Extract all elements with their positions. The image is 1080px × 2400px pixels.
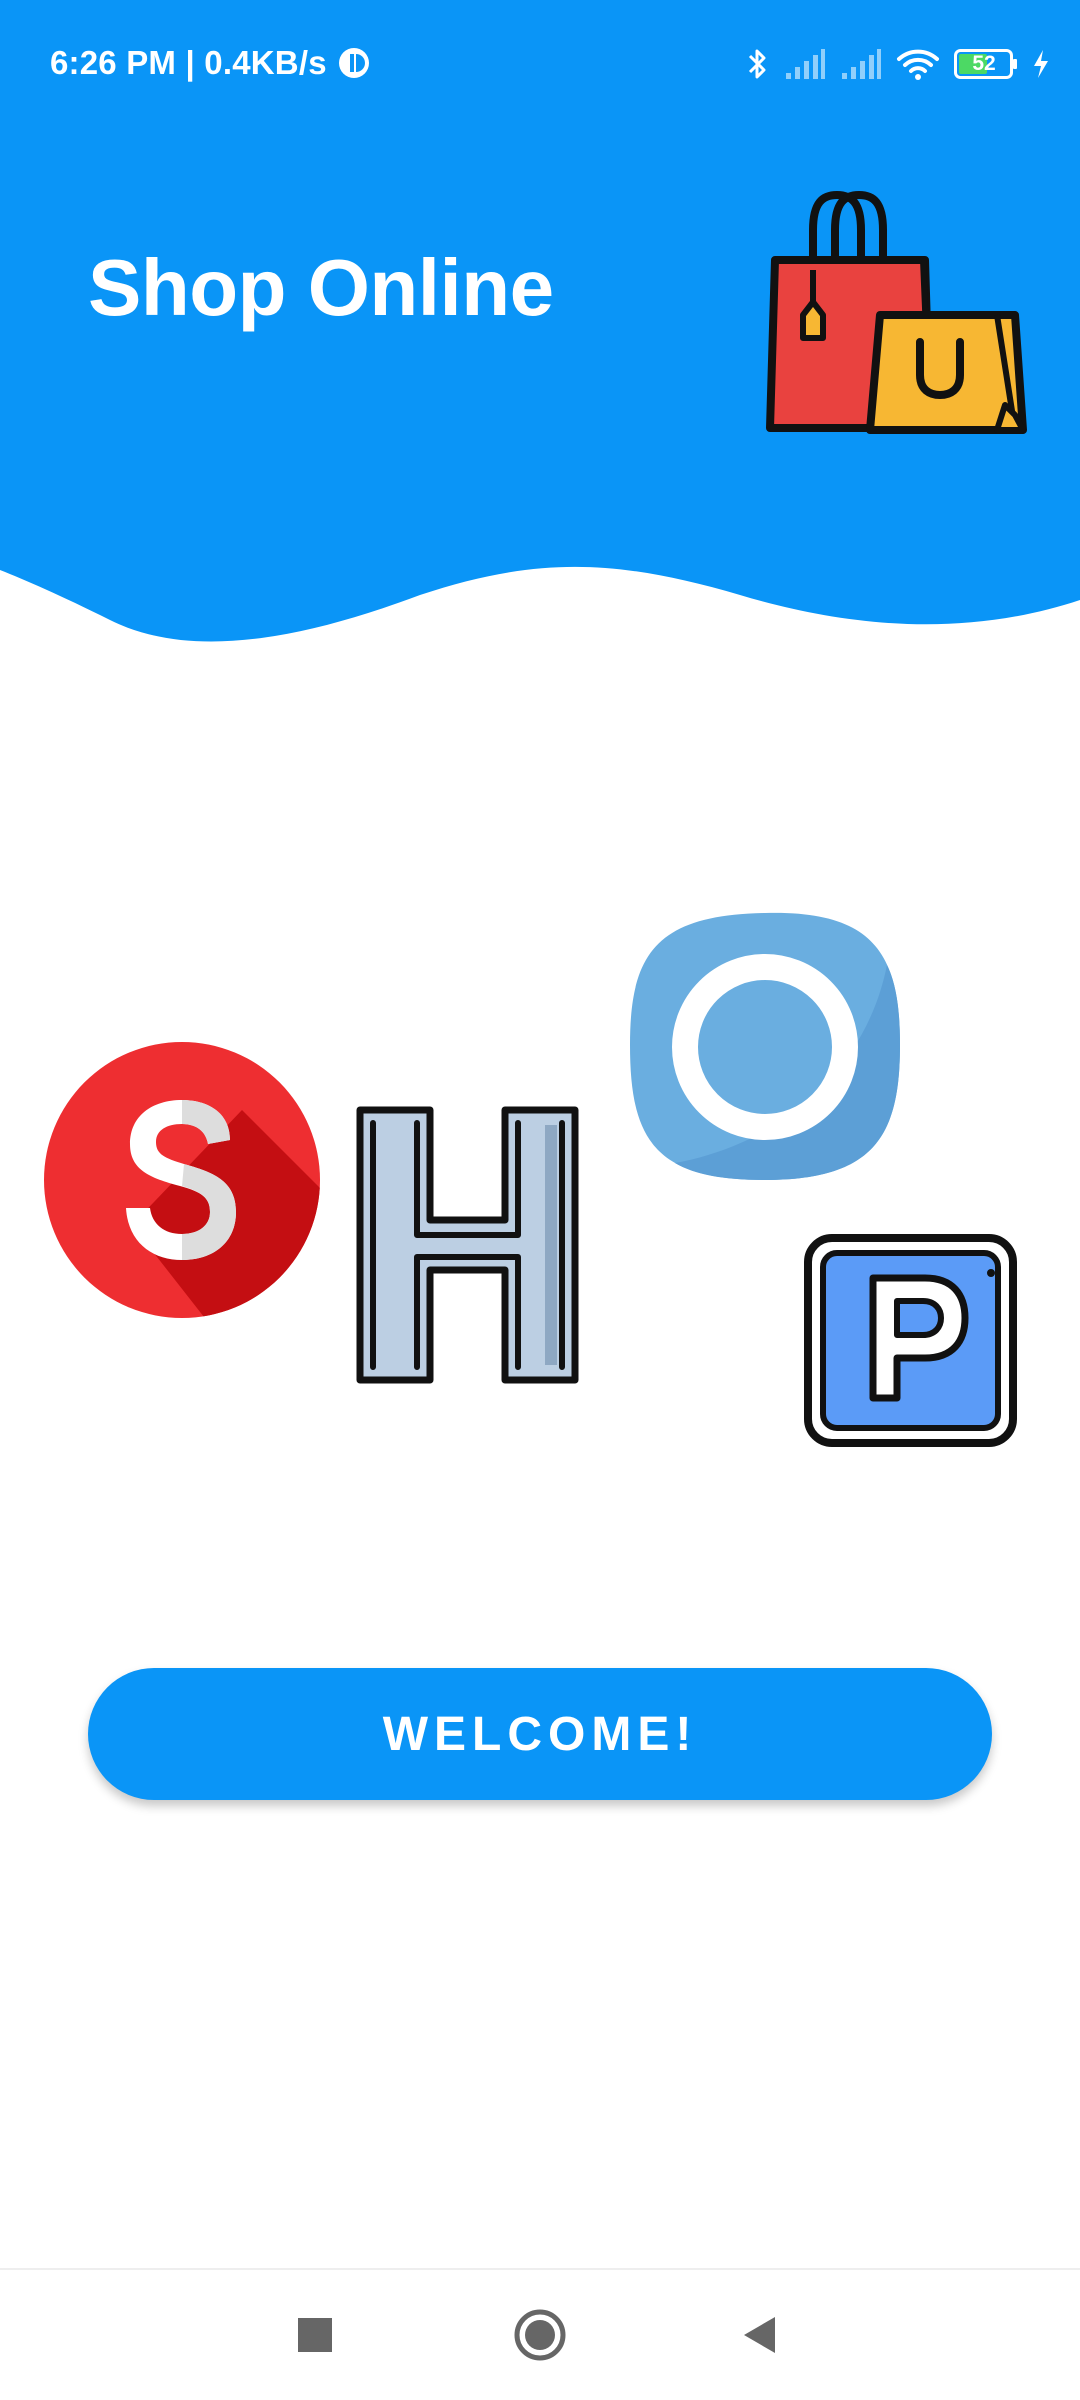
signal-icon [842,49,881,79]
signal-icon [786,49,825,79]
charging-icon [1034,50,1048,78]
letter-o-icon [630,912,900,1180]
shopping-bags-icon [766,190,1027,434]
back-button[interactable] [725,2300,795,2370]
status-bar: 6:26 PM | 0.4KB/s 52 [0,0,1080,130]
status-left: 6:26 PM | 0.4KB/s [50,44,371,82]
letter-s-circle-icon [44,1042,320,1318]
welcome-button[interactable]: WELCOME! [88,1668,992,1800]
screen: 6:26 PM | 0.4KB/s 52 Shop Online WELCOME… [0,0,1080,2400]
letter-p-square-icon [804,1234,1017,1447]
back-triangle-icon [744,2317,775,2353]
letter-h-icon [356,1106,579,1384]
navigation-bar [0,2268,1080,2400]
app-title: Shop Online [88,243,554,332]
bluetooth-icon [748,49,766,79]
status-time-speed: 6:26 PM | 0.4KB/s [50,44,327,81]
home-circle-icon [514,2309,566,2361]
home-button[interactable] [505,2300,575,2370]
wifi-icon [897,49,939,80]
recents-button[interactable] [280,2300,350,2370]
battery-icon: 52 [954,49,1018,79]
welcome-button-label: WELCOME! [382,1707,698,1761]
data-saver-icon [338,48,369,78]
status-right: 52 [746,44,1050,84]
recents-square-icon [298,2318,332,2352]
battery-level: 52 [972,52,996,75]
